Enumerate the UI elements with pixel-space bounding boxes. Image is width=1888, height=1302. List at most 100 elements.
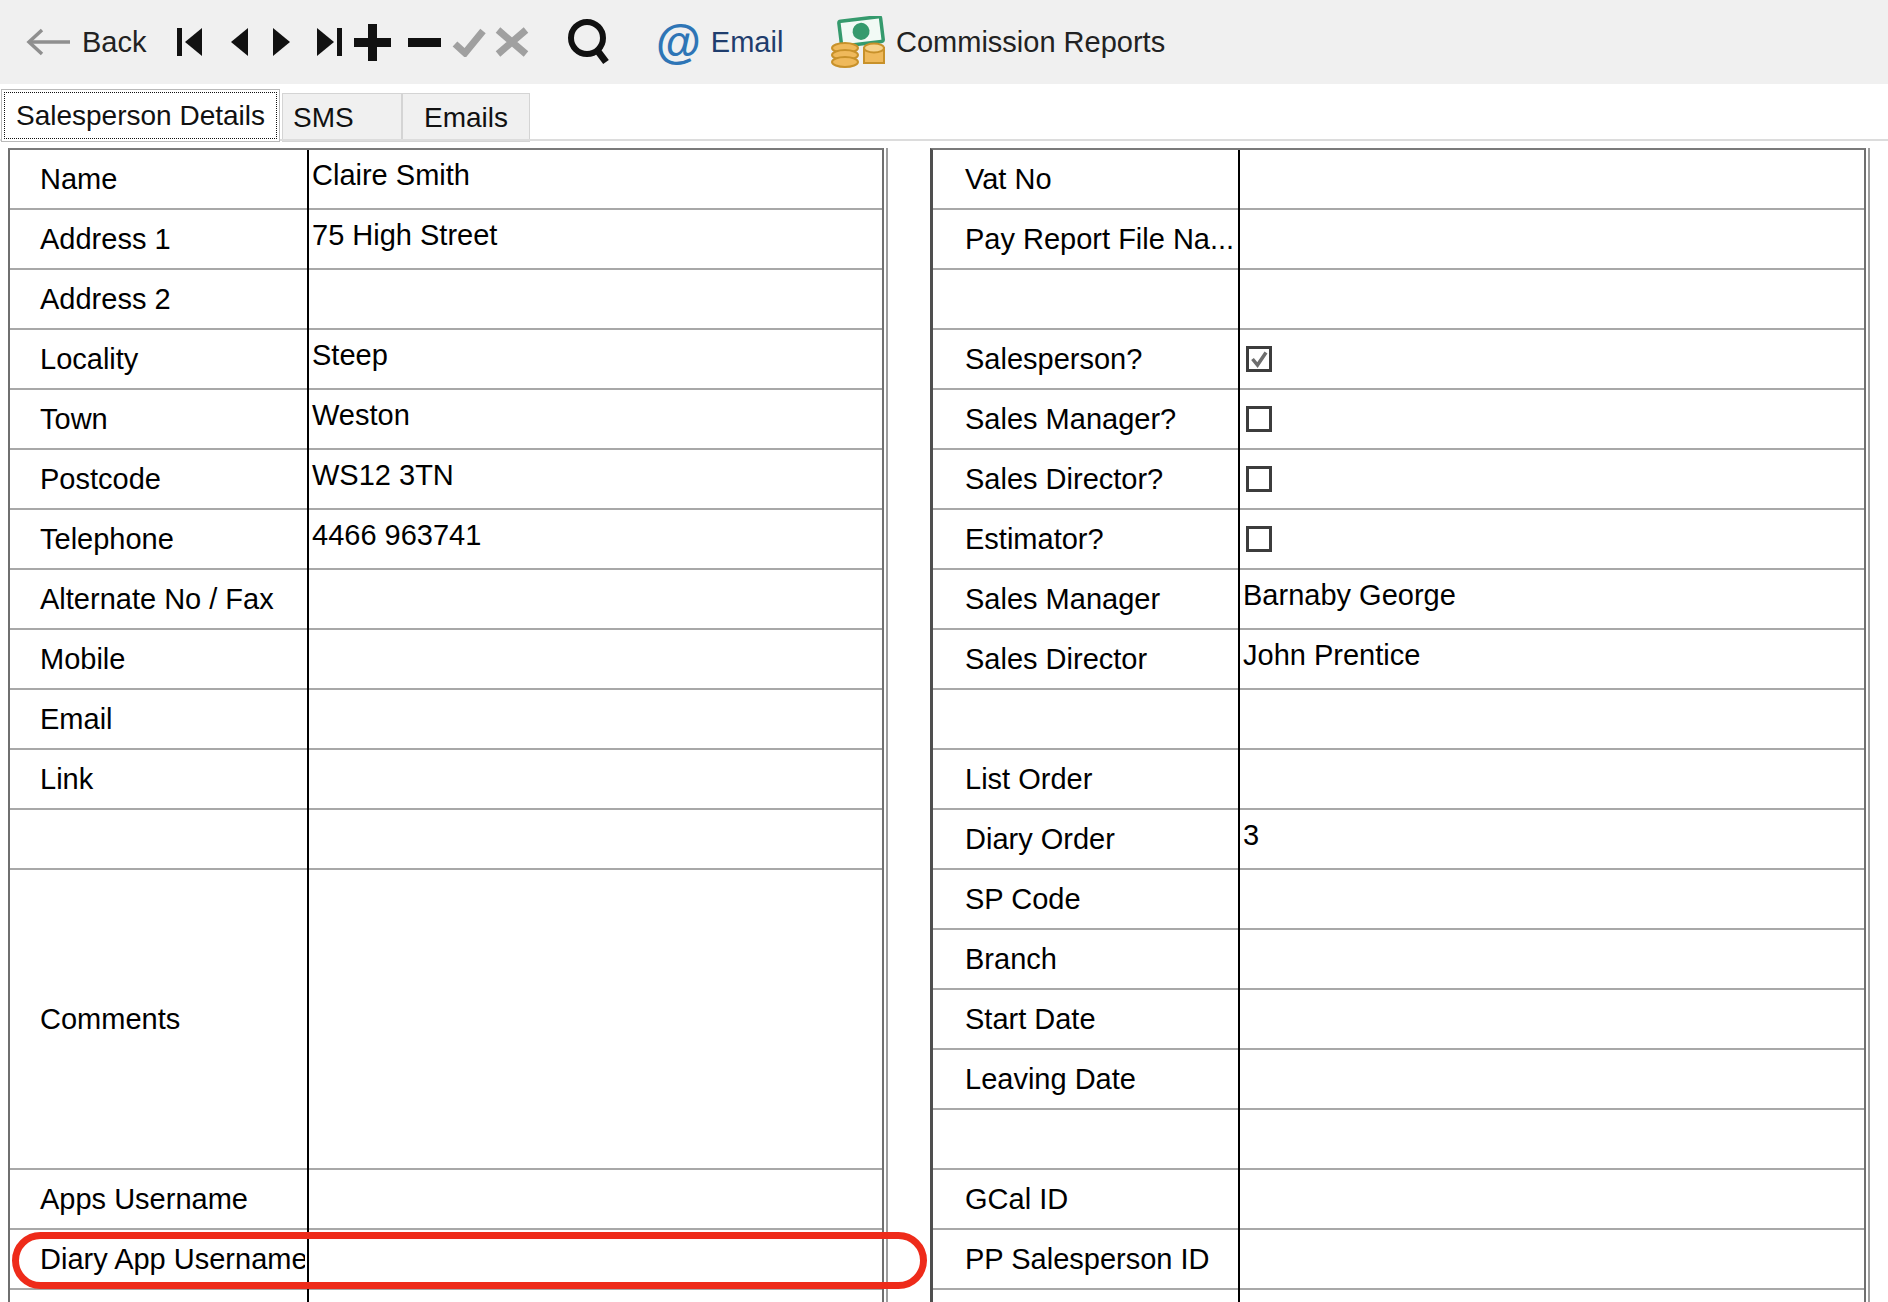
field-value-diary-app-username[interactable] <box>307 1230 882 1288</box>
field-value-locality[interactable]: Steep <box>307 330 882 388</box>
row-address-2: Address 2 <box>10 270 882 330</box>
salesperson-details-table: NameClaire SmithAddress 175 High StreetA… <box>8 148 884 1302</box>
add-record-button[interactable] <box>352 0 393 84</box>
field-value-link[interactable] <box>307 750 882 808</box>
field-value-sp-code[interactable] <box>1238 870 1864 928</box>
tab-emails[interactable]: Emails <box>402 93 530 142</box>
tab-salesperson-details[interactable]: Salesperson Details <box>1 89 280 142</box>
row-pp-salesperson-id: PP Salesperson ID <box>933 1230 1864 1290</box>
field-label-alternate-no-fax: Alternate No / Fax <box>10 570 305 628</box>
tab-sms[interactable]: SMS <box>282 93 402 142</box>
field-label-gcal-id: GCal ID <box>933 1170 1236 1228</box>
row-empty <box>933 1110 1864 1170</box>
field-label-town: Town <box>10 390 305 448</box>
next-record-button[interactable] <box>272 0 293 84</box>
field-value-mobile[interactable] <box>307 630 882 688</box>
field-value-pp-salesperson-id[interactable] <box>1238 1230 1864 1288</box>
field-label-leaving-date: Leaving Date <box>933 1050 1236 1108</box>
back-button[interactable]: Back <box>24 0 146 84</box>
confirm-button[interactable] <box>452 0 486 84</box>
field-label-branch: Branch <box>933 930 1236 988</box>
cancel-button[interactable] <box>493 0 531 84</box>
row-empty <box>933 270 1864 330</box>
field-label-sales-manager: Sales Manager <box>933 570 1236 628</box>
field-label-empty <box>933 270 1236 328</box>
field-value-estimator[interactable] <box>1238 510 1864 568</box>
field-label-sales-director: Sales Director? <box>933 450 1236 508</box>
field-label-address-1: Address 1 <box>10 210 305 268</box>
field-value-sales-manager[interactable] <box>1238 390 1864 448</box>
previous-record-icon <box>228 27 249 57</box>
tab-focus-outline <box>4 92 277 139</box>
row-name: NameClaire Smith <box>10 150 882 210</box>
first-record-icon <box>176 27 203 57</box>
checkbox-estimator-unchecked[interactable] <box>1246 526 1272 552</box>
row-apps-username: Apps Username <box>10 1170 882 1230</box>
field-value-alternate-no-fax[interactable] <box>307 570 882 628</box>
row-postcode: PostcodeWS12 3TN <box>10 450 882 510</box>
field-label-vat-no: Vat No <box>933 150 1236 208</box>
field-value-branch[interactable] <box>1238 930 1864 988</box>
field-value-vat-no[interactable] <box>1238 150 1864 208</box>
row-salesperson: Salesperson? <box>933 330 1864 390</box>
field-value-gcal-id[interactable] <box>1238 1170 1864 1228</box>
field-value-empty[interactable] <box>1238 270 1864 328</box>
field-label-start-date: Start Date <box>933 990 1236 1048</box>
field-value-empty[interactable] <box>1238 690 1864 748</box>
field-label-sales-manager: Sales Manager? <box>933 390 1236 448</box>
next-record-icon <box>272 27 293 57</box>
commission-coins-icon <box>830 16 886 68</box>
field-value-sales-director[interactable] <box>1238 450 1864 508</box>
field-label-list-order: List Order <box>933 750 1236 808</box>
field-value-address-2[interactable] <box>307 270 882 328</box>
field-label-salesperson: Salesperson? <box>933 330 1236 388</box>
field-value-leaving-date[interactable] <box>1238 1050 1864 1108</box>
row-sales-director: Sales DirectorJohn Prentice <box>933 630 1864 690</box>
field-label-link: Link <box>10 750 305 808</box>
row-branch: Branch <box>933 930 1864 990</box>
first-record-button[interactable] <box>176 0 203 84</box>
field-value-salesperson[interactable] <box>1238 330 1864 388</box>
field-value-diary-order[interactable]: 3 <box>1238 810 1864 868</box>
right-table-divider <box>1238 150 1240 1302</box>
field-value-email[interactable] <box>307 690 882 748</box>
field-value-sales-manager[interactable]: Barnaby George <box>1238 570 1864 628</box>
x-icon <box>493 26 531 58</box>
field-value-telephone[interactable]: 4466 963741 <box>307 510 882 568</box>
delete-record-button[interactable] <box>406 0 443 84</box>
field-label-telephone: Telephone <box>10 510 305 568</box>
commission-reports-button[interactable]: Commission Reports <box>830 0 1165 84</box>
search-button[interactable] <box>566 0 618 84</box>
field-value-apps-username[interactable] <box>307 1170 882 1228</box>
row-mobile: Mobile <box>10 630 882 690</box>
field-value-sales-director[interactable]: John Prentice <box>1238 630 1864 688</box>
row-leaving-date: Leaving Date <box>933 1050 1864 1110</box>
field-value-name[interactable]: Claire Smith <box>307 150 882 208</box>
row-sales-manager: Sales ManagerBarnaby George <box>933 570 1864 630</box>
row-telephone: Telephone4466 963741 <box>10 510 882 570</box>
field-label-empty <box>10 810 305 868</box>
field-value-empty[interactable] <box>307 810 882 868</box>
field-value-comments[interactable] <box>307 870 882 1168</box>
field-label-diary-app-username: Diary App Username <box>10 1230 305 1288</box>
field-value-postcode[interactable]: WS12 3TN <box>307 450 882 508</box>
field-value-address-1[interactable]: 75 High Street <box>307 210 882 268</box>
email-button[interactable]: @ Email <box>656 0 783 84</box>
row-link: Link <box>10 750 882 810</box>
field-value-pay-report-file-na[interactable] <box>1238 210 1864 268</box>
checkbox-salesperson-checked[interactable] <box>1246 346 1272 372</box>
checkbox-sales-manager-unchecked[interactable] <box>1246 406 1272 432</box>
row-email: Email <box>10 690 882 750</box>
field-value-empty[interactable] <box>1238 1110 1864 1168</box>
last-record-button[interactable] <box>316 0 343 84</box>
row-diary-order: Diary Order3 <box>933 810 1864 870</box>
previous-record-button[interactable] <box>228 0 249 84</box>
row-town: TownWeston <box>10 390 882 450</box>
field-value-list-order[interactable] <box>1238 750 1864 808</box>
field-value-town[interactable]: Weston <box>307 390 882 448</box>
left-table-divider <box>307 150 309 1302</box>
field-value-start-date[interactable] <box>1238 990 1864 1048</box>
field-label-pp-salesperson-id: PP Salesperson ID <box>933 1230 1236 1288</box>
field-label-empty <box>933 690 1236 748</box>
checkbox-sales-director-unchecked[interactable] <box>1246 466 1272 492</box>
